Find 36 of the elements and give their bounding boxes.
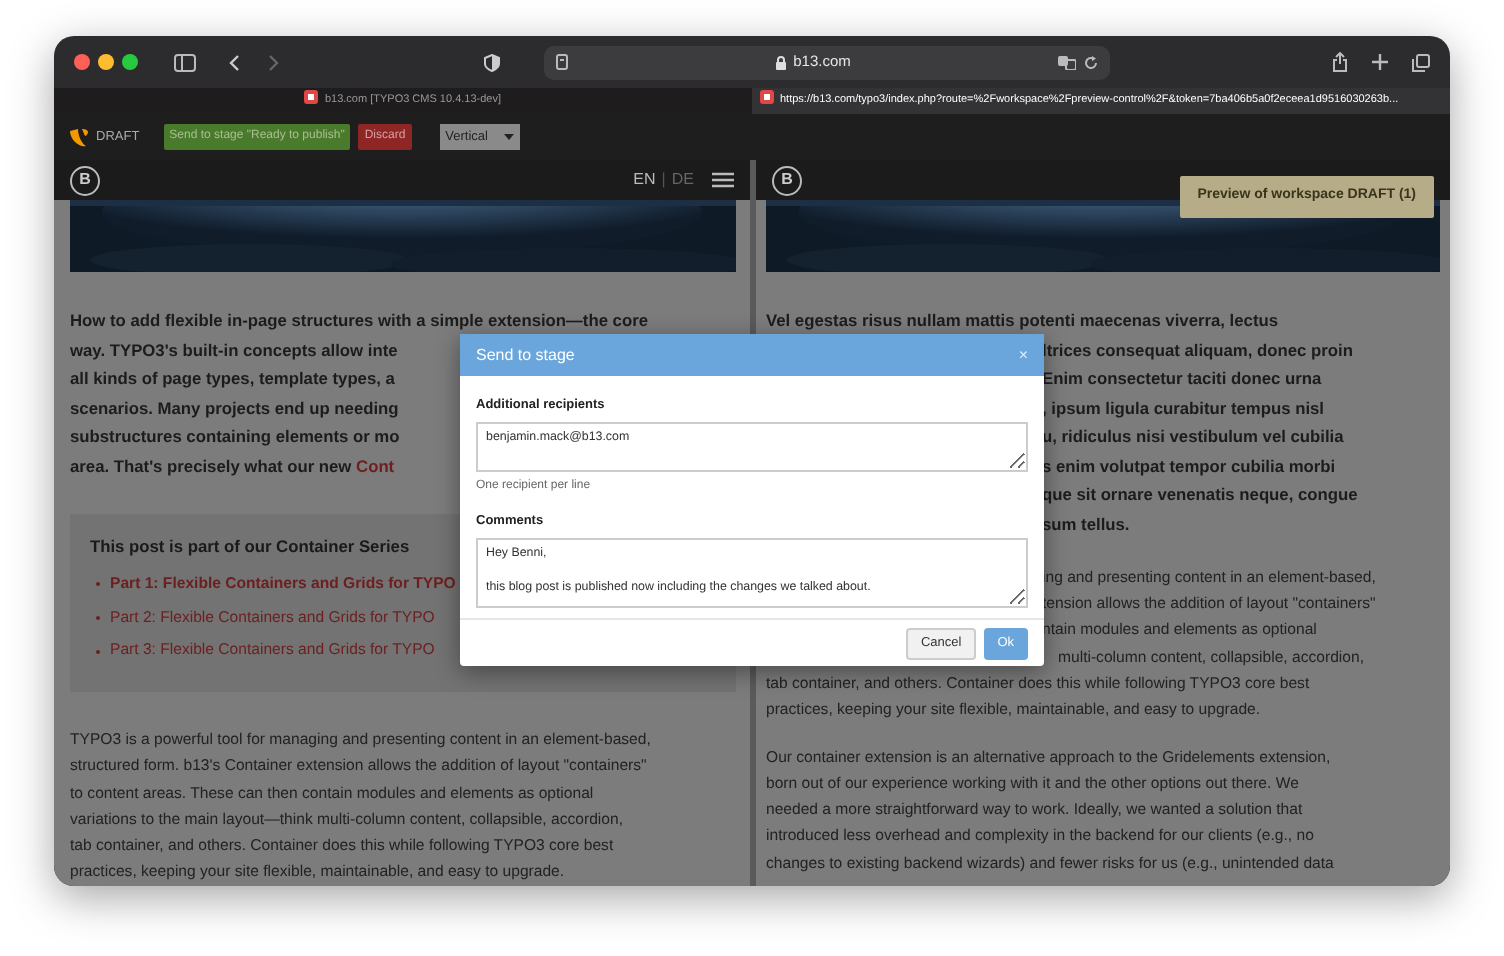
- text-line: way. TYPO3's built-in concepts allow inte: [70, 337, 398, 364]
- text-line: Vel egestas risus nullam mattis potenti maecenas viverra, lectus: [766, 308, 1279, 334]
- new-tab-icon[interactable]: [1372, 54, 1388, 70]
- series-title: This post is part of our Container Series: [90, 534, 410, 560]
- site-logo[interactable]: B: [772, 165, 802, 195]
- forward-icon[interactable]: [268, 53, 280, 71]
- text-line: area. That's precisely what our new Cont: [70, 453, 395, 480]
- text-line: scenarios. Many projects end up needing: [70, 395, 399, 422]
- dialog-title: Send to stage: [476, 343, 575, 367]
- separator-text: |: [661, 168, 666, 192]
- text-line: substructures containing elements or mo: [70, 424, 400, 450]
- shield-icon[interactable]: [484, 53, 500, 71]
- sidebar-icon[interactable]: [174, 53, 196, 71]
- favicon-icon: [304, 90, 319, 104]
- link[interactable]: Cont: [356, 455, 395, 475]
- menu-icon[interactable]: [712, 172, 734, 188]
- lock-icon: [775, 55, 786, 69]
- minimize-window-control[interactable]: [98, 54, 114, 70]
- typo3-logo-icon: [70, 127, 88, 147]
- tabs-overview-icon[interactable]: [1412, 53, 1430, 71]
- share-icon[interactable]: [1332, 52, 1348, 72]
- close-window-control[interactable]: [74, 54, 90, 70]
- site-logo[interactable]: B: [70, 165, 100, 195]
- language-link[interactable]: DE: [665, 168, 700, 192]
- text-line: sum tellus.: [1042, 511, 1130, 537]
- language-link[interactable]: EN: [627, 168, 662, 192]
- favicon-icon: [760, 90, 774, 104]
- maximize-window-control[interactable]: [122, 54, 138, 70]
- text-line: all kinds of page types, template types, a: [70, 366, 395, 392]
- translate-icon[interactable]: [1058, 55, 1076, 69]
- back-icon[interactable]: [228, 53, 240, 71]
- text-line: How to add flexible in-page structures with a simple extension—the core: [70, 308, 648, 334]
- caret-icon: [503, 134, 514, 140]
- reload-icon[interactable]: [1084, 55, 1098, 69]
- text-line: que sit ornare venenatis neque, congue: [1042, 482, 1358, 508]
- page-icon: [556, 54, 568, 70]
